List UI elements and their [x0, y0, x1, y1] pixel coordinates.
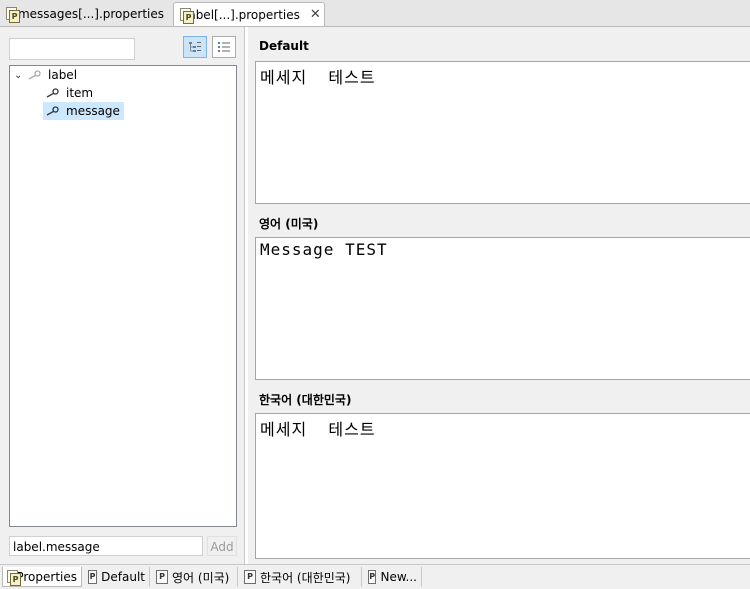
resource-bundle-editor: ⌄ label item message label.message Add D…	[0, 27, 750, 564]
key-icon	[28, 70, 41, 80]
tree-node-text: label	[48, 68, 78, 82]
section-label-default: Default	[259, 39, 309, 53]
properties-icon: P	[156, 570, 168, 584]
editor-tab-messages[interactable]: P messages[...].properties	[0, 2, 170, 25]
bottom-tab-label: Default	[101, 570, 145, 584]
value-textarea-default[interactable]: 메세지 테스트	[255, 61, 750, 204]
key-tree-pane: ⌄ label item message label.message Add	[0, 27, 245, 564]
filter-input[interactable]	[9, 38, 135, 60]
editor-tab-label: messages[...].properties	[17, 6, 164, 21]
flat-view-button[interactable]	[212, 36, 236, 58]
properties-icon: P	[244, 570, 256, 584]
tree-node-item[interactable]: item	[46, 84, 97, 102]
section-label-ko-kr: 한국어 (대한민국)	[259, 393, 352, 407]
tree-node-text: item	[66, 86, 94, 100]
section-label-en-us: 영어 (미국)	[259, 217, 319, 231]
value-textarea-en-us[interactable]: Message TEST	[255, 237, 750, 380]
tree-node-label[interactable]: ⌄ label	[14, 66, 81, 84]
bottom-tab-properties[interactable]: P Properties	[2, 567, 82, 587]
bottom-tab-new[interactable]: P New...	[364, 567, 422, 587]
bottom-tab-bar: P Properties P Default P 영어 (미국) P 한국어 (…	[0, 564, 750, 589]
new-key-input[interactable]: label.message	[9, 536, 203, 556]
properties-icon: P	[88, 570, 98, 584]
bottom-tab-default[interactable]: P Default	[84, 567, 150, 587]
list-view-icon	[218, 42, 230, 52]
key-icon	[46, 88, 59, 98]
key-tree[interactable]: ⌄ label item message	[9, 65, 237, 527]
tree-view-icon	[189, 42, 201, 52]
add-key-row: label.message Add	[9, 536, 237, 558]
value-textarea-ko-kr[interactable]: 메세지 테스트	[255, 413, 750, 559]
add-button[interactable]: Add	[207, 536, 237, 556]
key-icon	[46, 106, 59, 116]
bottom-tab-ko-kr[interactable]: P 한국어 (대한민국)	[240, 567, 362, 587]
bottom-tab-en-us[interactable]: P 영어 (미국)	[152, 567, 238, 587]
chevron-down-icon[interactable]: ⌄	[14, 70, 24, 81]
close-icon[interactable]: ✕	[310, 7, 321, 22]
bottom-tab-label: New...	[380, 570, 417, 584]
properties-file-icon: P	[6, 6, 20, 23]
editor-tab-label: label[...].properties	[185, 7, 300, 22]
bottom-tab-label: 한국어 (대한민국)	[260, 570, 351, 585]
editor-tab-bar: P messages[...].properties P label[...].…	[0, 0, 750, 27]
locale-values-pane: Default 메세지 테스트 영어 (미국) Message TEST 한국어…	[248, 27, 750, 564]
bottom-tab-label: 영어 (미국)	[172, 570, 230, 585]
properties-file-icon: P	[7, 569, 21, 586]
tree-view-button[interactable]	[183, 36, 207, 58]
tree-node-text: message	[66, 104, 120, 118]
tree-node-message[interactable]: message	[43, 102, 124, 120]
properties-icon: P	[368, 570, 377, 584]
bottom-tab-label: Properties	[16, 569, 77, 584]
editor-tab-label-active[interactable]: P label[...].properties ✕	[173, 2, 325, 26]
